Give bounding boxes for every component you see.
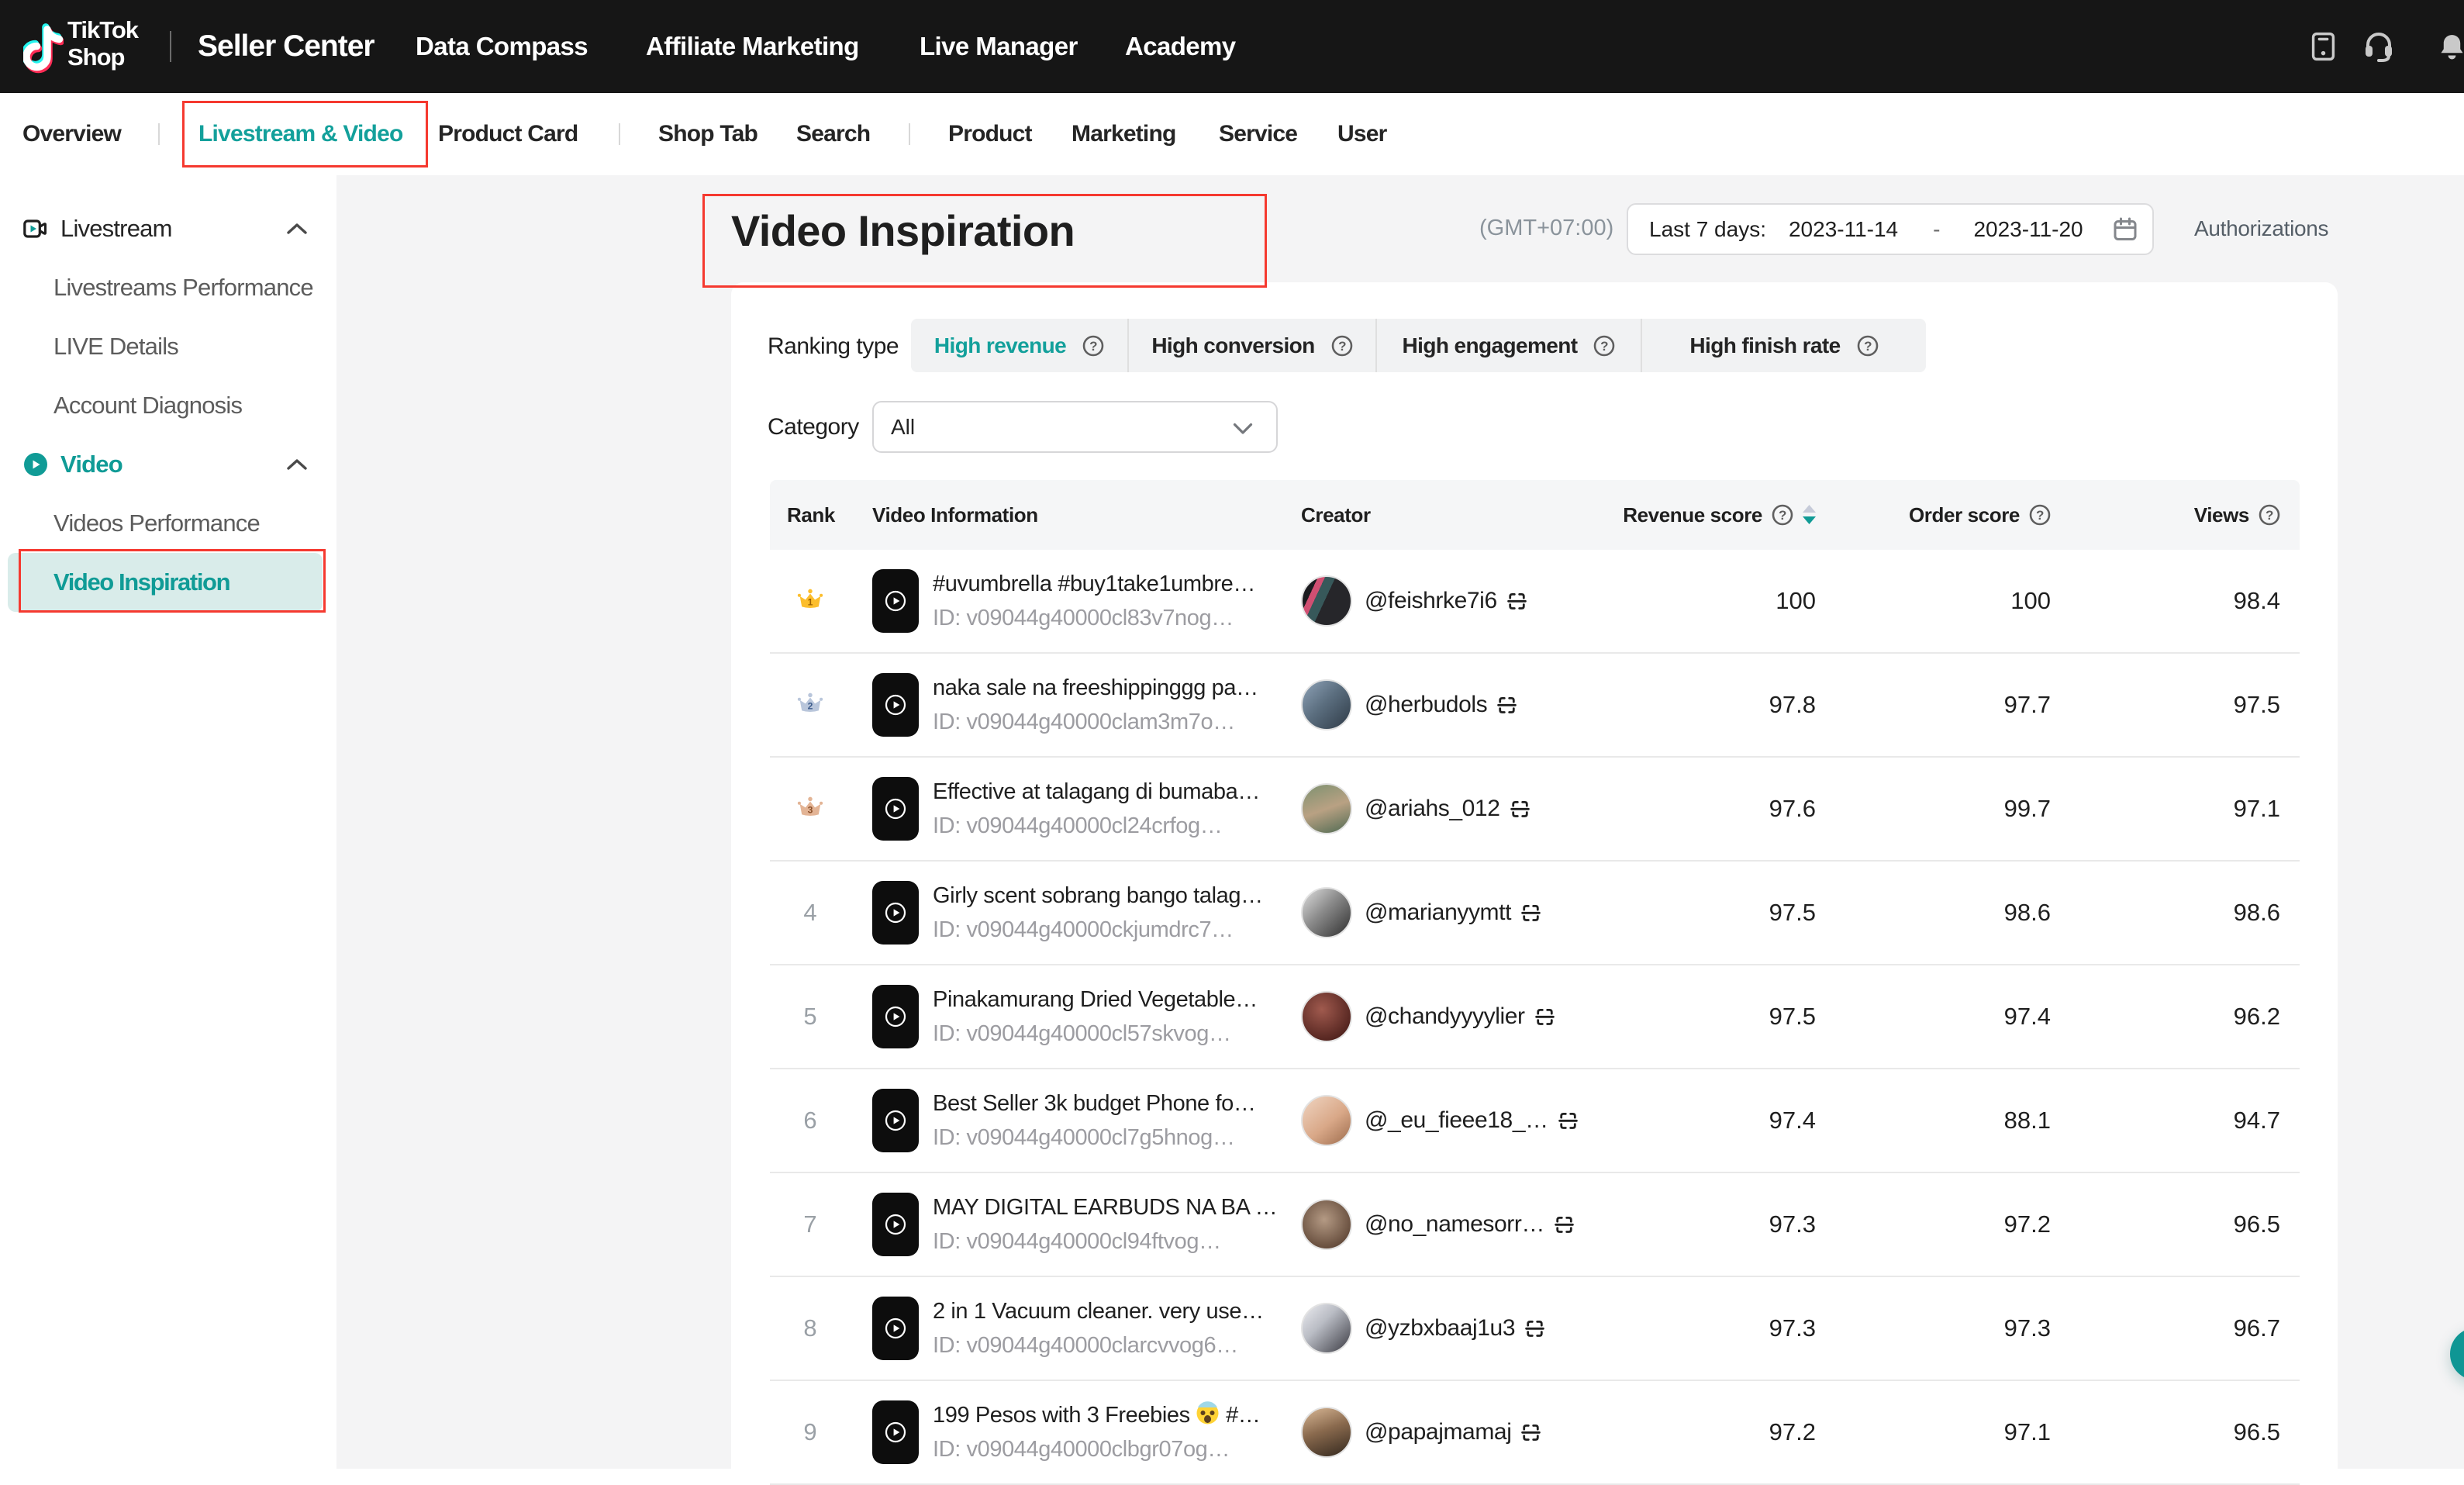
svg-text:?: ?: [2036, 508, 2044, 523]
svg-text:?: ?: [2266, 508, 2273, 523]
svg-text:2: 2: [808, 700, 813, 711]
svg-text:?: ?: [1089, 339, 1097, 354]
svg-text:3: 3: [808, 804, 813, 815]
svg-text:?: ?: [1864, 339, 1872, 354]
svg-text:?: ?: [1338, 339, 1346, 354]
svg-text:1: 1: [808, 596, 813, 607]
svg-text:?: ?: [1601, 339, 1609, 354]
svg-text:?: ?: [1779, 508, 1786, 523]
